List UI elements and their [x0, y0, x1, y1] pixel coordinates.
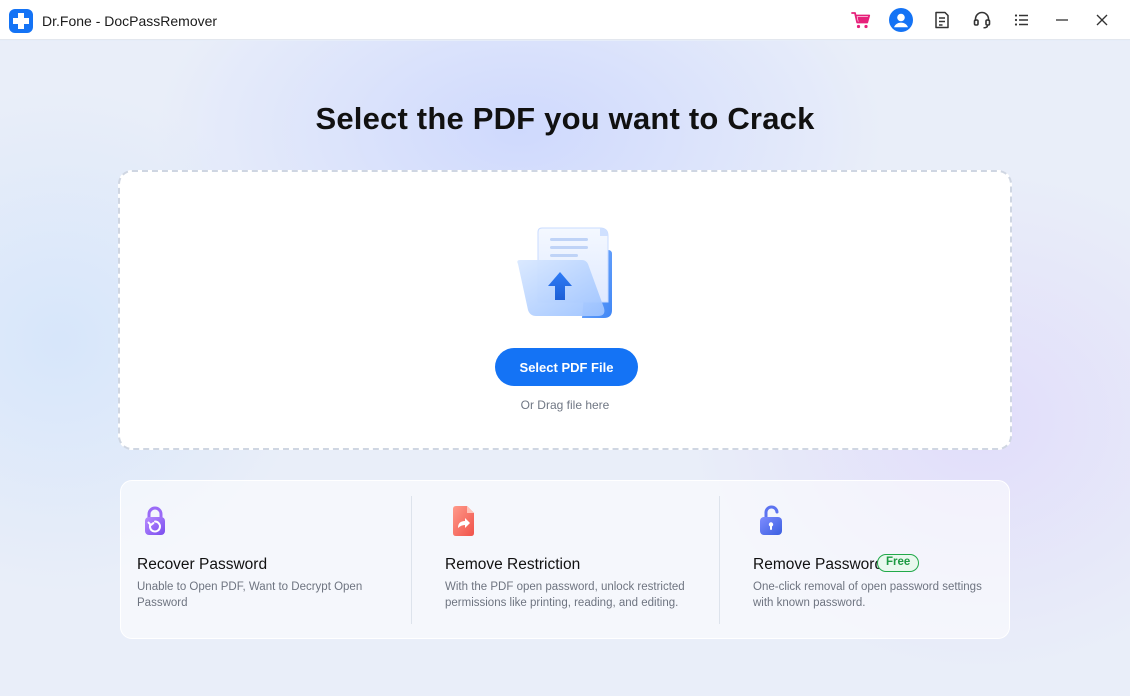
feature-description: With the PDF open password, unlock restr…: [445, 581, 685, 609]
divider: [411, 496, 412, 624]
feature-title: Remove Restriction: [445, 556, 581, 573]
select-pdf-button[interactable]: Select PDF File: [495, 348, 638, 386]
cart-icon[interactable]: [849, 8, 873, 32]
feature-description: Unable to Open PDF, Want to Decrypt Open…: [137, 581, 363, 609]
unlock-icon: [753, 503, 789, 539]
support-icon[interactable]: [970, 8, 994, 32]
features-panel: Recover Password Unable to Open PDF, Wan…: [120, 480, 1010, 639]
feature-title: Remove Password: [753, 556, 884, 573]
window-title: Dr.Fone - DocPassRemover: [42, 13, 218, 29]
lock-recover-icon: [137, 503, 173, 539]
divider: [719, 496, 720, 624]
app-logo-icon: [9, 9, 33, 33]
file-drop-zone[interactable]: Select PDF File Or Drag file here: [118, 170, 1012, 450]
drag-hint: Or Drag file here: [520, 398, 610, 412]
file-share-icon: [445, 503, 481, 539]
title-bar: Dr.Fone - DocPassRemover: [0, 0, 1130, 40]
free-badge: Free: [877, 554, 920, 572]
feature-remove-restriction[interactable]: Remove Restriction With the PDF open pas…: [429, 481, 725, 640]
minimize-icon[interactable]: [1050, 8, 1074, 32]
feature-recover-password[interactable]: Recover Password Unable to Open PDF, Wan…: [121, 481, 417, 640]
feature-description: One-click removal of open password setti…: [753, 581, 982, 609]
feature-title: Recover Password: [137, 556, 268, 573]
menu-icon[interactable]: [1010, 8, 1034, 32]
close-icon[interactable]: [1090, 8, 1114, 32]
notes-icon[interactable]: [930, 8, 954, 32]
folder-upload-icon: [512, 224, 618, 324]
account-icon[interactable]: [889, 8, 913, 32]
page-title: Select the PDF you want to Crack: [315, 101, 815, 136]
feature-remove-password[interactable]: Remove Password Free One-click removal o…: [737, 481, 1033, 640]
